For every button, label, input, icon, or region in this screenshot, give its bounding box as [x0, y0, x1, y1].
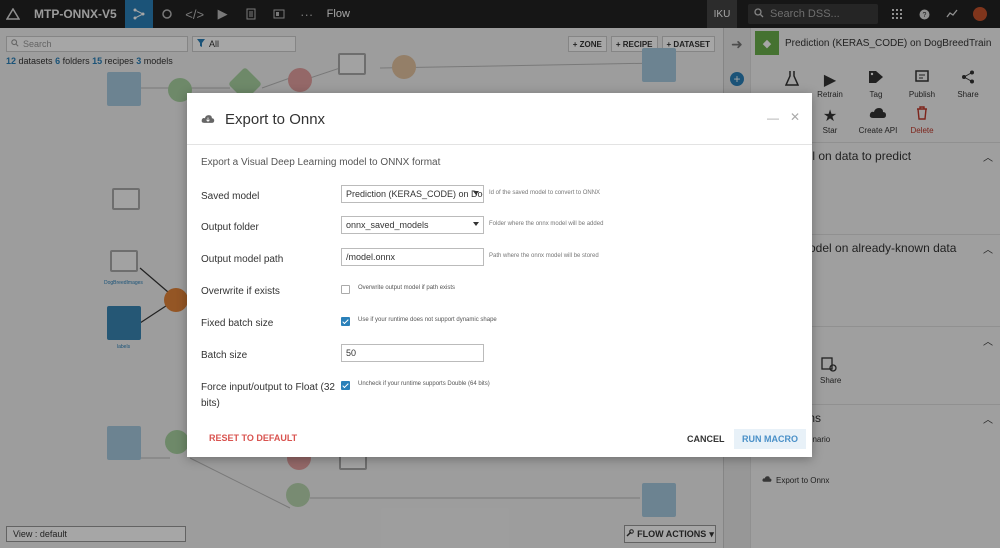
force-float-checkbox[interactable] [341, 381, 350, 390]
saved-model-help: Id of the saved model to convert to ONNX [489, 190, 601, 196]
fixed-batch-label: Fixed batch size [201, 318, 274, 329]
force-float-row: Force input/output to Float (32 bits) Un… [201, 376, 801, 412]
saved-model-row: Saved model Prediction (KERAS_CODE) on D… [201, 185, 801, 205]
output-path-value: /model.onnx [346, 252, 396, 262]
reset-to-default-button[interactable]: RESET TO DEFAULT [209, 433, 297, 443]
fixed-batch-row: Fixed batch size Use if your runtime doe… [201, 312, 801, 332]
saved-model-select[interactable]: Prediction (KERAS_CODE) on Dog [341, 185, 484, 203]
cancel-button[interactable]: CANCEL [687, 434, 725, 444]
output-folder-label: Output folder [201, 222, 259, 233]
saved-model-label: Saved model [201, 191, 260, 202]
caret-down-icon [473, 222, 479, 226]
force-float-label: Force input/output to Float (32 bits) [201, 382, 335, 409]
fixed-batch-help: Use if your runtime does not support dyn… [358, 317, 497, 323]
output-folder-value: onnx_saved_models [346, 220, 429, 230]
output-folder-select[interactable]: onnx_saved_models [341, 216, 484, 234]
batch-size-value: 50 [346, 348, 357, 358]
batch-size-input[interactable]: 50 [341, 344, 484, 362]
dialog-description: Export a Visual Deep Learning model to O… [201, 157, 441, 168]
output-folder-row: Output folder onnx_saved_models Folder w… [201, 216, 801, 236]
fixed-batch-checkbox[interactable] [341, 317, 350, 326]
dialog-title: Export to Onnx [225, 111, 326, 128]
export-onnx-dialog: Export to Onnx — ✕ Export a Visual Deep … [187, 93, 812, 457]
dialog-header: Export to Onnx — ✕ [187, 93, 812, 145]
output-path-input[interactable]: /model.onnx [341, 248, 484, 266]
minimize-icon[interactable]: — [767, 111, 779, 125]
caret-down-icon [473, 191, 479, 195]
batch-size-label: Batch size [201, 350, 248, 361]
run-macro-button[interactable]: RUN MACRO [734, 429, 806, 449]
output-path-help: Path where the onnx model will be stored [489, 253, 599, 259]
output-path-label: Output model path [201, 254, 284, 265]
close-icon[interactable]: ✕ [790, 110, 800, 124]
output-path-row: Output model path /model.onnx Path where… [201, 248, 801, 268]
overwrite-checkbox[interactable] [341, 285, 350, 294]
output-folder-help: Folder where the onnx model will be adde… [489, 221, 604, 227]
force-float-help: Uncheck if your runtime supports Double … [358, 381, 490, 387]
batch-size-row: Batch size 50 [201, 344, 801, 364]
saved-model-value: Prediction (KERAS_CODE) on Dog [346, 189, 484, 199]
overwrite-label: Overwrite if exists [201, 286, 280, 297]
cloud-download-icon [201, 113, 215, 127]
overwrite-row: Overwrite if exists Overwrite output mod… [201, 280, 801, 300]
overwrite-help: Overwrite output model if path exists [358, 285, 456, 291]
